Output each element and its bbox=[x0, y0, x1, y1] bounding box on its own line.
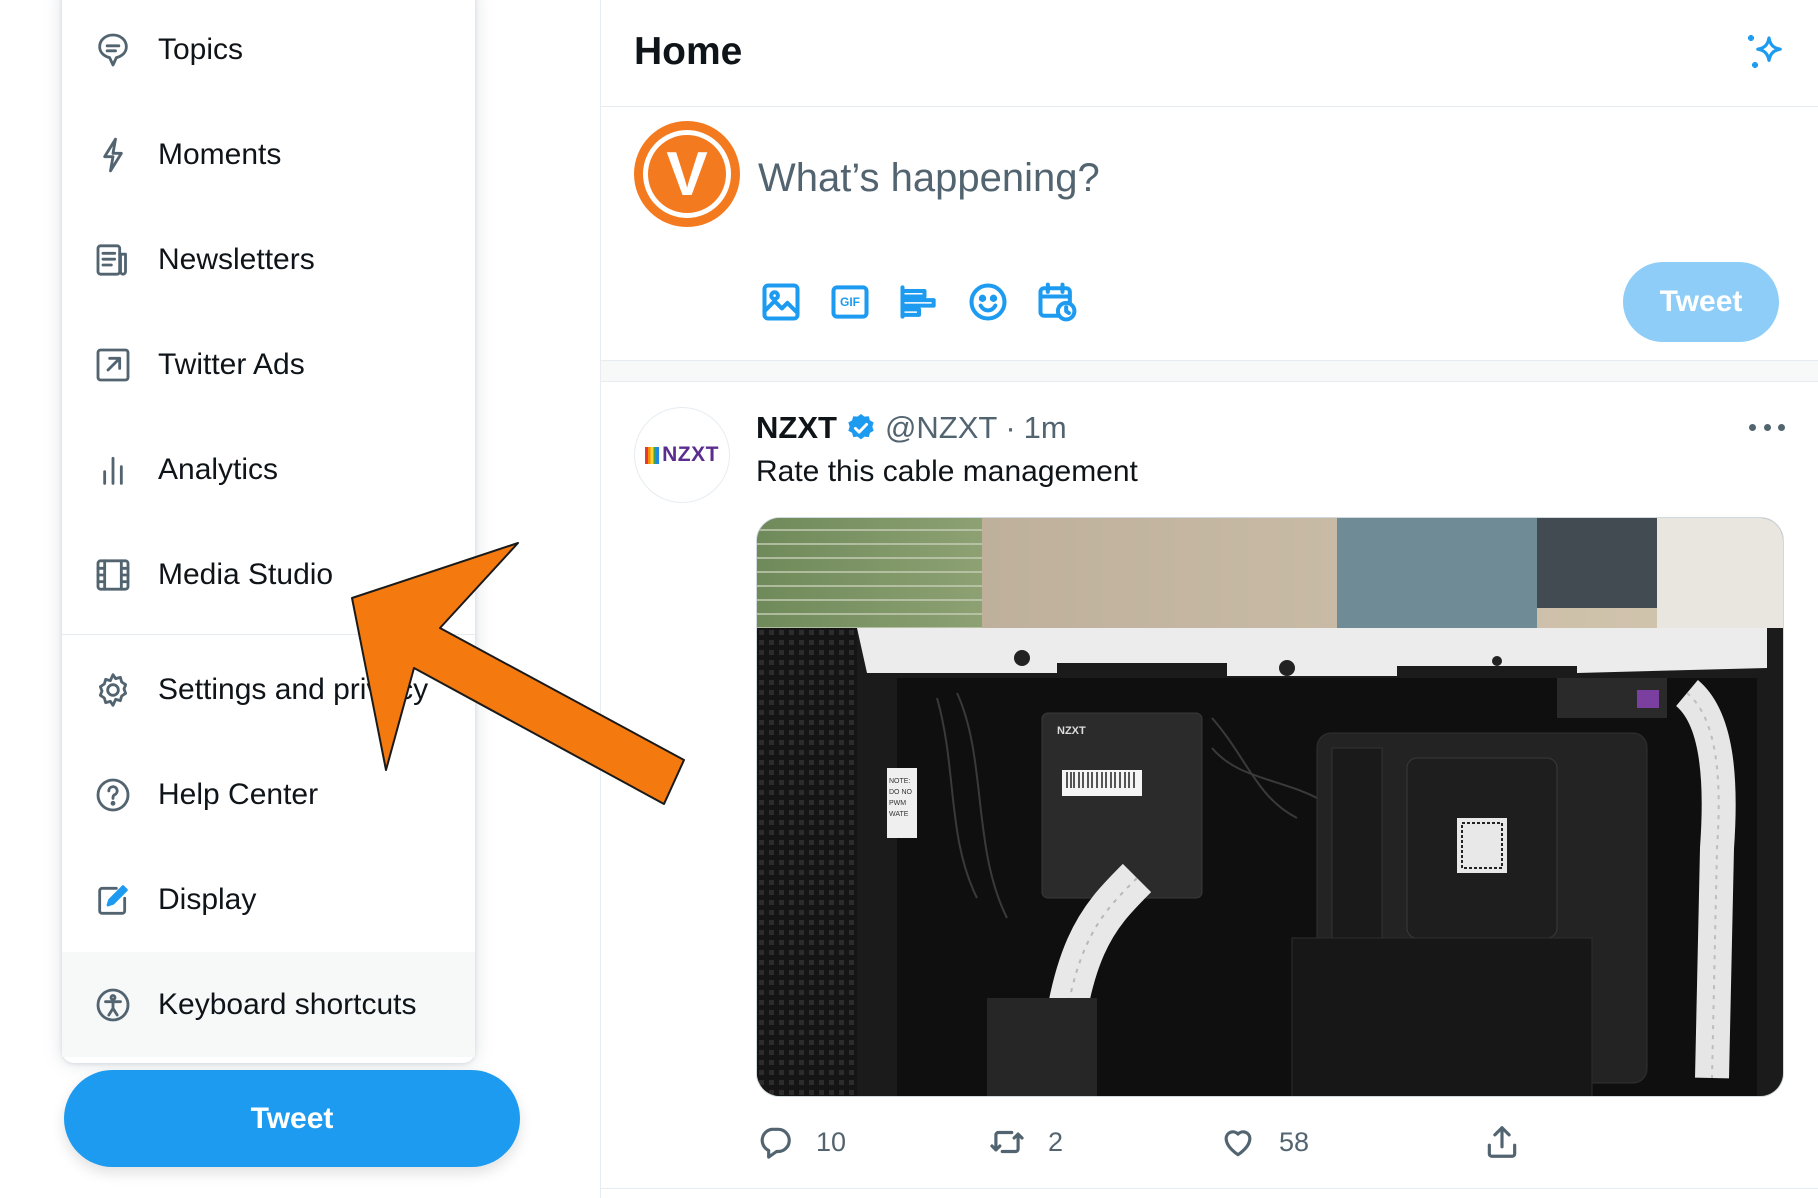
external-arrow-icon bbox=[92, 344, 134, 386]
film-icon bbox=[92, 554, 134, 596]
pc-case-photo: NZXT NOTE: DO NO PWM WATE bbox=[757, 518, 1783, 1096]
menu-label: Media Studio bbox=[158, 557, 334, 591]
note-label-line: NOTE: bbox=[889, 778, 910, 785]
menu-item-newsletters[interactable]: Newsletters bbox=[62, 207, 475, 312]
menu-item-media-studio[interactable]: Media Studio bbox=[62, 522, 475, 627]
tweet-author-handle[interactable]: @NZXT bbox=[885, 410, 997, 446]
avatar[interactable]: V bbox=[634, 121, 740, 227]
heart-icon bbox=[1224, 1130, 1252, 1157]
share-icon bbox=[1487, 1126, 1517, 1158]
menu-item-settings[interactable]: Settings and privacy bbox=[62, 637, 475, 742]
topics-icon bbox=[92, 29, 134, 71]
menu-label: Topics bbox=[158, 32, 244, 66]
reply-icon bbox=[760, 1127, 791, 1159]
menu-item-display[interactable]: Display bbox=[62, 847, 475, 952]
display-edit-icon bbox=[92, 879, 134, 921]
compose-input[interactable] bbox=[758, 153, 1458, 203]
retweet-icon bbox=[990, 1130, 1024, 1154]
menu-label: Newsletters bbox=[158, 242, 315, 276]
avatar-letter: V bbox=[643, 130, 731, 218]
tweet-text: Rate this cable management bbox=[756, 455, 1138, 488]
menu-label: Help Center bbox=[158, 777, 319, 811]
bar-chart-icon bbox=[92, 449, 134, 491]
compose-tweet-button[interactable]: Tweet bbox=[1623, 262, 1779, 342]
schedule-icon[interactable] bbox=[1034, 279, 1080, 325]
sidebar-tweet-button[interactable]: Tweet bbox=[64, 1070, 520, 1167]
newsletter-icon bbox=[92, 239, 134, 281]
gear-icon bbox=[92, 669, 134, 711]
poll-icon[interactable] bbox=[896, 279, 942, 325]
tweet-separator: · bbox=[1005, 410, 1016, 445]
menu-item-keyboard-shortcuts[interactable]: Keyboard shortcuts bbox=[62, 952, 475, 1057]
lightning-icon bbox=[92, 134, 134, 176]
tweet-actions: 10 2 58 bbox=[756, 1117, 1784, 1167]
like-button[interactable]: 58 bbox=[1219, 1117, 1309, 1167]
menu-label: Display bbox=[158, 882, 257, 916]
reply-button[interactable]: 10 bbox=[756, 1117, 846, 1167]
menu-item-topics[interactable]: Topics bbox=[62, 0, 475, 102]
menu-item-help-center[interactable]: Help Center bbox=[62, 742, 475, 847]
menu-label: Analytics bbox=[158, 452, 279, 486]
more-options-icon[interactable] bbox=[1749, 419, 1785, 435]
menu-item-analytics[interactable]: Analytics bbox=[62, 417, 475, 522]
tweet-timestamp[interactable]: 1m bbox=[1024, 410, 1067, 446]
menu-label: Moments bbox=[158, 137, 282, 171]
menu-divider bbox=[62, 634, 475, 635]
sparkle-icon[interactable] bbox=[1741, 28, 1789, 76]
help-circle-icon bbox=[92, 774, 134, 816]
note-label-line: DO NO bbox=[889, 789, 913, 796]
menu-item-twitter-ads[interactable]: Twitter Ads bbox=[62, 312, 475, 417]
accessibility-icon bbox=[92, 984, 134, 1026]
retweet-count: 2 bbox=[1048, 1126, 1064, 1157]
retweet-button[interactable]: 2 bbox=[988, 1117, 1063, 1167]
gif-icon[interactable]: GIF bbox=[827, 279, 873, 325]
more-menu: Topics Moments Newsletters Twitter Ads A… bbox=[62, 0, 475, 1063]
home-header: Home bbox=[601, 0, 1818, 107]
main-timeline: Home V GIF Tweet NZXT bbox=[600, 0, 1818, 1198]
emoji-icon[interactable] bbox=[965, 279, 1011, 325]
like-count: 58 bbox=[1279, 1126, 1310, 1157]
menu-item-moments[interactable]: Moments bbox=[62, 102, 475, 207]
tweet-header: NZXT @NZXT · 1m bbox=[756, 410, 1067, 446]
reply-count: 10 bbox=[816, 1126, 847, 1157]
nzxt-logo: NZXT bbox=[645, 443, 719, 467]
verified-badge-icon bbox=[848, 414, 874, 440]
image-icon[interactable] bbox=[758, 279, 804, 325]
tweet-avatar[interactable]: NZXT bbox=[634, 407, 730, 503]
compose-box: V GIF Tweet bbox=[601, 107, 1818, 360]
tweet-author-name[interactable]: NZXT bbox=[756, 410, 837, 446]
gif-label: GIF bbox=[840, 295, 860, 309]
tweet-photo[interactable]: NZXT NOTE: DO NO PWM WATE bbox=[756, 517, 1784, 1097]
menu-label: Keyboard shortcuts bbox=[158, 987, 417, 1021]
section-divider bbox=[601, 360, 1818, 382]
tweet-card[interactable]: NZXT NZXT @NZXT · 1m Rate this cable man… bbox=[601, 383, 1818, 1189]
menu-label: Settings and privacy bbox=[158, 672, 429, 706]
menu-label: Twitter Ads bbox=[158, 347, 305, 381]
page-title: Home bbox=[634, 30, 743, 73]
share-button[interactable] bbox=[1483, 1117, 1521, 1167]
case-brand-label: NZXT bbox=[1057, 725, 1086, 737]
note-label-line: PWM bbox=[889, 800, 906, 807]
note-label-line: WATE bbox=[889, 811, 909, 818]
